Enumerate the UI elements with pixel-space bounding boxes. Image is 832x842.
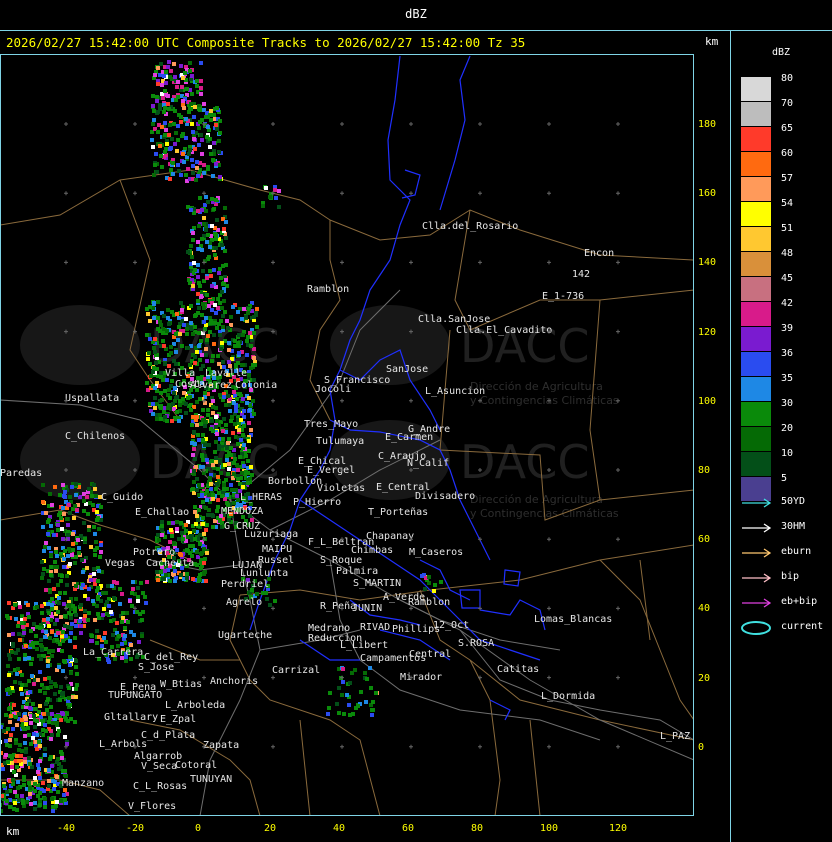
legend-value-80: 80 <box>781 73 794 84</box>
legend-swatch-42 <box>741 302 771 326</box>
track-label-30HM: 30HM <box>781 521 806 532</box>
track-arrow-icon <box>742 573 772 583</box>
legend-swatch-54 <box>741 202 771 226</box>
x-tick-label: 120 <box>609 823 628 834</box>
legend-value-39: 39 <box>781 323 794 334</box>
x-tick-label: 80 <box>471 823 484 834</box>
legend-swatch-39 <box>741 327 771 351</box>
y-tick-label: 0 <box>698 741 705 753</box>
legend-value-65: 65 <box>781 123 794 134</box>
legend-value-36: 36 <box>781 348 794 359</box>
legend-value-70: 70 <box>781 98 794 109</box>
track-arrow-icon <box>742 523 772 533</box>
legend-value-51: 51 <box>781 223 794 234</box>
legend-swatch-51 <box>741 227 771 251</box>
track-arrow-icon <box>742 598 772 608</box>
legend-value-20: 20 <box>781 423 794 434</box>
legend-swatch-20 <box>741 427 771 451</box>
x-tick-label: -20 <box>126 823 145 834</box>
legend-swatch-10 <box>741 452 771 476</box>
legend-swatch-36 <box>741 352 771 376</box>
y-tick-label: 100 <box>698 395 717 407</box>
map-frame <box>0 54 694 816</box>
legend-value-57: 57 <box>781 173 794 184</box>
legend-value-45: 45 <box>781 273 794 284</box>
x-tick-label: 40 <box>333 823 346 834</box>
legend-swatch-70 <box>741 102 771 126</box>
legend-value-35: 35 <box>781 373 794 384</box>
legend-value-48: 48 <box>781 248 794 259</box>
y-tick-label: 40 <box>698 603 711 615</box>
track-label-bip: bip <box>781 571 800 582</box>
x-tick-label: -40 <box>57 823 76 834</box>
y-tick-label: 140 <box>698 257 717 269</box>
legend-value-30: 30 <box>781 398 794 409</box>
legend-value-60: 60 <box>781 148 794 159</box>
current-ellipse-icon <box>741 621 771 635</box>
track-arrow-icon <box>742 498 772 508</box>
km-unit-bottom: km <box>6 825 20 838</box>
y-tick-label: 80 <box>698 465 711 476</box>
legend-value-5: 5 <box>781 473 788 484</box>
legend-swatch-80 <box>741 77 771 101</box>
y-tick-label: 20 <box>698 672 711 684</box>
legend-swatch-60 <box>741 152 771 176</box>
window-title: dBZ <box>405 7 427 21</box>
track-label-50YD: 50YD <box>781 496 806 507</box>
legend-swatch-30 <box>741 402 771 426</box>
track-label-eb+bip: eb+bip <box>781 596 818 607</box>
legend-swatch-48 <box>741 252 771 276</box>
x-tick-label: 100 <box>540 823 559 834</box>
legend-swatch-65 <box>741 127 771 151</box>
y-tick-label: 60 <box>698 534 711 546</box>
legend-swatch-35 <box>741 377 771 401</box>
legend-swatch-45 <box>741 277 771 301</box>
track-label-current: current <box>781 621 824 632</box>
legend-value-10: 10 <box>781 448 794 459</box>
y-tick-label: 120 <box>698 326 717 338</box>
track-label-eburn: eburn <box>781 546 812 557</box>
composite-header: 2026/02/27 15:42:00 UTC Composite Tracks… <box>6 35 526 50</box>
legend-unit: dBZ <box>772 47 791 58</box>
y-tick-label: 160 <box>698 188 717 200</box>
y-tick-label: 180 <box>698 119 717 130</box>
legend-swatch-57 <box>741 177 771 201</box>
x-tick-label: 20 <box>264 823 277 834</box>
legend-value-42: 42 <box>781 298 794 309</box>
km-unit-top: km <box>705 35 719 48</box>
track-arrow-icon <box>742 548 772 558</box>
x-tick-label: 60 <box>402 823 415 834</box>
x-tick-label: 0 <box>195 823 202 834</box>
legend-value-54: 54 <box>781 198 794 209</box>
